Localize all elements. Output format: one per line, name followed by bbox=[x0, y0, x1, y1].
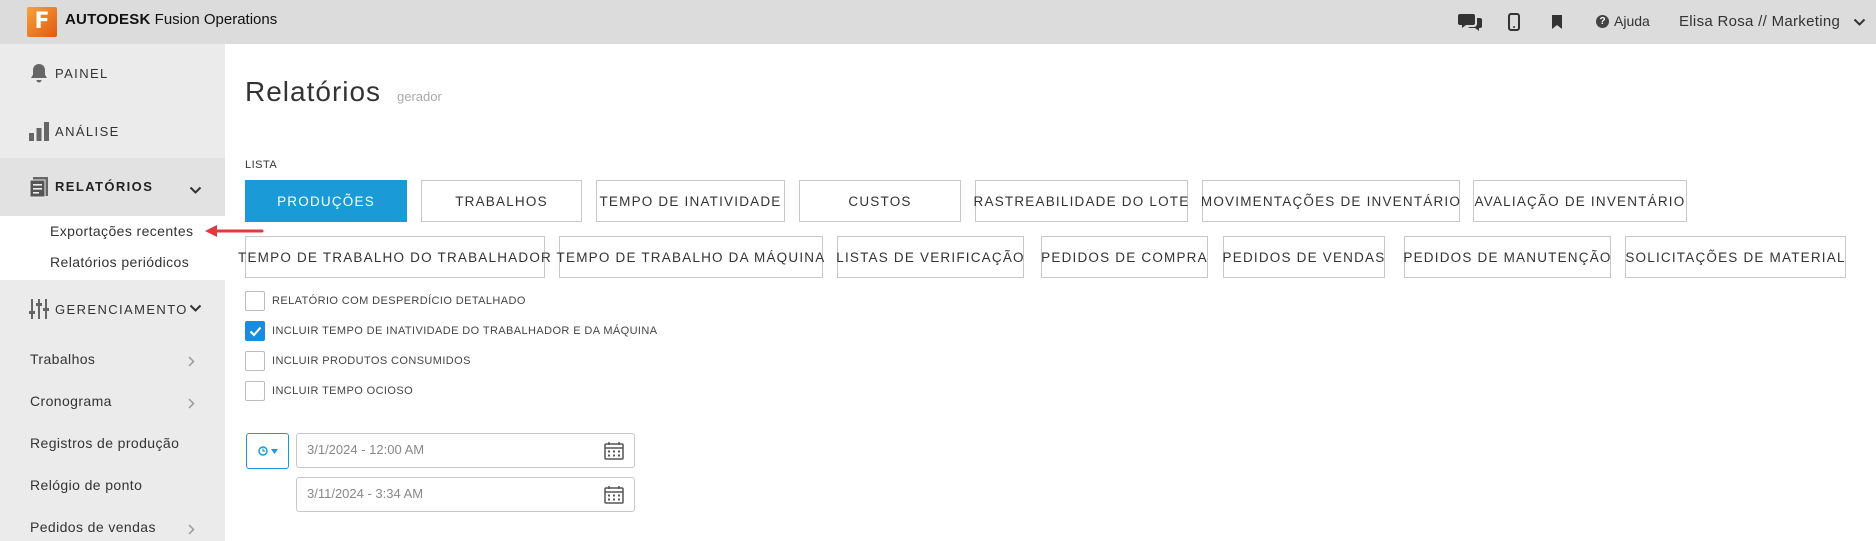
tab-pedidos-de-vendas[interactable]: PEDIDOS DE VENDAS bbox=[1223, 236, 1385, 278]
sidebar-item-trabalhos[interactable]: Trabalhos bbox=[30, 351, 95, 367]
tab-solicitacoes-de-material[interactable]: SOLICITAÇÕES DE MATERIAL bbox=[1625, 236, 1846, 278]
sidebar-item-registros-de-producao[interactable]: Registros de produção bbox=[30, 435, 179, 451]
checkbox[interactable] bbox=[245, 381, 265, 401]
caret-down-icon bbox=[270, 448, 278, 454]
bar-chart-icon bbox=[28, 120, 50, 142]
chat-icon[interactable] bbox=[1458, 11, 1482, 33]
tab-listas-de-verificacao[interactable]: LISTAS DE VERIFICAÇÃO bbox=[836, 236, 1024, 278]
page-title: Relatórios bbox=[245, 76, 382, 107]
chevron-right-icon bbox=[188, 354, 195, 372]
option-tempo-ocioso[interactable]: INCLUIR TEMPO OCIOSO bbox=[245, 381, 413, 401]
sidebar-item-pedidos-de-vendas[interactable]: Pedidos de vendas bbox=[30, 519, 156, 535]
page-subtitle: gerador bbox=[397, 89, 442, 104]
brand-name: AUTODESK Fusion Operations bbox=[65, 11, 277, 28]
bookmark-icon[interactable] bbox=[1545, 11, 1569, 33]
option-label: INCLUIR TEMPO OCIOSO bbox=[272, 385, 414, 397]
sidebar-label-analise: ANÁLISE bbox=[55, 123, 120, 139]
tab-pedidos-de-compra[interactable]: PEDIDOS DE COMPRA bbox=[1041, 236, 1208, 278]
brand-product: Fusion Operations bbox=[150, 11, 278, 28]
sidebar-item-relatorios[interactable]: RELATÓRIOS bbox=[0, 158, 225, 216]
chevron-right-icon bbox=[188, 396, 195, 414]
option-label: RELATÓRIO COM DESPERDÍCIO DETALHADO bbox=[272, 295, 526, 307]
sidebar-label-painel: PAINEL bbox=[55, 65, 109, 81]
end-date-field[interactable] bbox=[296, 477, 635, 512]
start-date-input[interactable] bbox=[307, 442, 587, 457]
list-label: LISTA bbox=[245, 159, 278, 171]
sidebar-item-relogio-de-ponto[interactable]: Relógio de ponto bbox=[30, 477, 142, 493]
sidebar: PAINEL ANÁLISE RELATÓRIOS Exportações re… bbox=[0, 44, 225, 541]
tab-custos[interactable]: CUSTOS bbox=[799, 180, 961, 222]
sidebar-label-relatorios: RELATÓRIOS bbox=[55, 179, 154, 194]
bell-icon bbox=[28, 62, 50, 84]
help-label: Ajuda bbox=[1614, 13, 1650, 29]
tab-producoes[interactable]: PRODUÇÕES bbox=[245, 180, 407, 222]
tab-pedidos-de-manutencao[interactable]: PEDIDOS DE MANUTENÇÃO bbox=[1403, 236, 1611, 278]
check-icon bbox=[249, 326, 261, 336]
tab-movimentacoes-de-inventario[interactable]: MOVIMENTAÇÕES DE INVENTÁRIO bbox=[1201, 180, 1460, 222]
relatorios-submenu: Exportações recentes Relatórios periódic… bbox=[0, 216, 225, 280]
option-desperdicio-detalhado[interactable]: RELATÓRIO COM DESPERDÍCIO DETALHADO bbox=[245, 291, 526, 311]
chevron-right-icon bbox=[188, 522, 195, 540]
checkbox[interactable] bbox=[245, 351, 265, 371]
sliders-icon bbox=[28, 298, 50, 320]
sidebar-link-relatorios-periodicos[interactable]: Relatórios periódicos bbox=[50, 254, 189, 270]
sidebar-link-exportacoes-recentes[interactable]: Exportações recentes bbox=[50, 223, 193, 239]
help-icon: ? bbox=[1596, 14, 1609, 28]
sidebar-item-painel[interactable]: PAINEL bbox=[0, 44, 225, 102]
option-label: INCLUIR TEMPO DE INATIVIDADE DO TRABALHA… bbox=[272, 325, 658, 337]
sidebar-item-gerenciamento[interactable]: GERENCIAMENTO bbox=[0, 280, 225, 338]
calendar-icon[interactable] bbox=[604, 441, 624, 465]
help-link[interactable]: ? Ajuda bbox=[1596, 13, 1650, 29]
report-icon bbox=[28, 176, 50, 203]
tab-trabalhos[interactable]: TRABALHOS bbox=[421, 180, 582, 222]
end-date-input[interactable] bbox=[307, 486, 587, 501]
mobile-icon[interactable] bbox=[1502, 11, 1526, 33]
tab-tempo-de-trabalho-do-trabalhador[interactable]: TEMPO DE TRABALHO DO TRABALHADOR bbox=[238, 236, 551, 278]
tab-rastreabilidade-do-lote[interactable]: RASTREABILIDADE DO LOTE bbox=[974, 180, 1188, 222]
tab-tempo-de-trabalho-da-maquina[interactable]: TEMPO DE TRABALHO DA MÁQUINA bbox=[557, 236, 824, 278]
user-menu[interactable]: Elisa Rosa // Marketing bbox=[1679, 13, 1840, 30]
sidebar-label-gerenciamento: GERENCIAMENTO bbox=[55, 301, 188, 317]
start-date-field[interactable] bbox=[296, 433, 635, 468]
calendar-icon[interactable] bbox=[604, 485, 624, 509]
tab-tempo-de-inatividade[interactable]: TEMPO DE INATIVIDADE bbox=[596, 180, 785, 222]
sidebar-item-analise[interactable]: ANÁLISE bbox=[0, 102, 225, 160]
sidebar-item-cronograma[interactable]: Cronograma bbox=[30, 393, 112, 409]
app-logo[interactable]: F bbox=[27, 7, 57, 37]
brand-strong: AUTODESK bbox=[65, 11, 151, 28]
chevron-down-icon[interactable] bbox=[189, 300, 202, 318]
top-bar: F AUTODESK Fusion Operations ? Ajuda Eli… bbox=[0, 0, 1876, 44]
option-produtos-consumidos[interactable]: INCLUIR PRODUTOS CONSUMIDOS bbox=[245, 351, 471, 371]
checkbox-checked[interactable] bbox=[245, 321, 265, 341]
clock-icon bbox=[257, 446, 268, 456]
tab-avaliacao-de-inventario[interactable]: AVALIAÇÃO DE INVENTÁRIO bbox=[1473, 180, 1687, 222]
date-preset-dropdown[interactable] bbox=[246, 433, 289, 469]
option-label: INCLUIR PRODUTOS CONSUMIDOS bbox=[272, 355, 471, 367]
chevron-down-icon[interactable] bbox=[189, 182, 202, 200]
checkbox[interactable] bbox=[245, 291, 265, 311]
chevron-down-icon[interactable] bbox=[1853, 14, 1866, 32]
option-tempo-de-inatividade[interactable]: INCLUIR TEMPO DE INATIVIDADE DO TRABALHA… bbox=[245, 321, 657, 341]
